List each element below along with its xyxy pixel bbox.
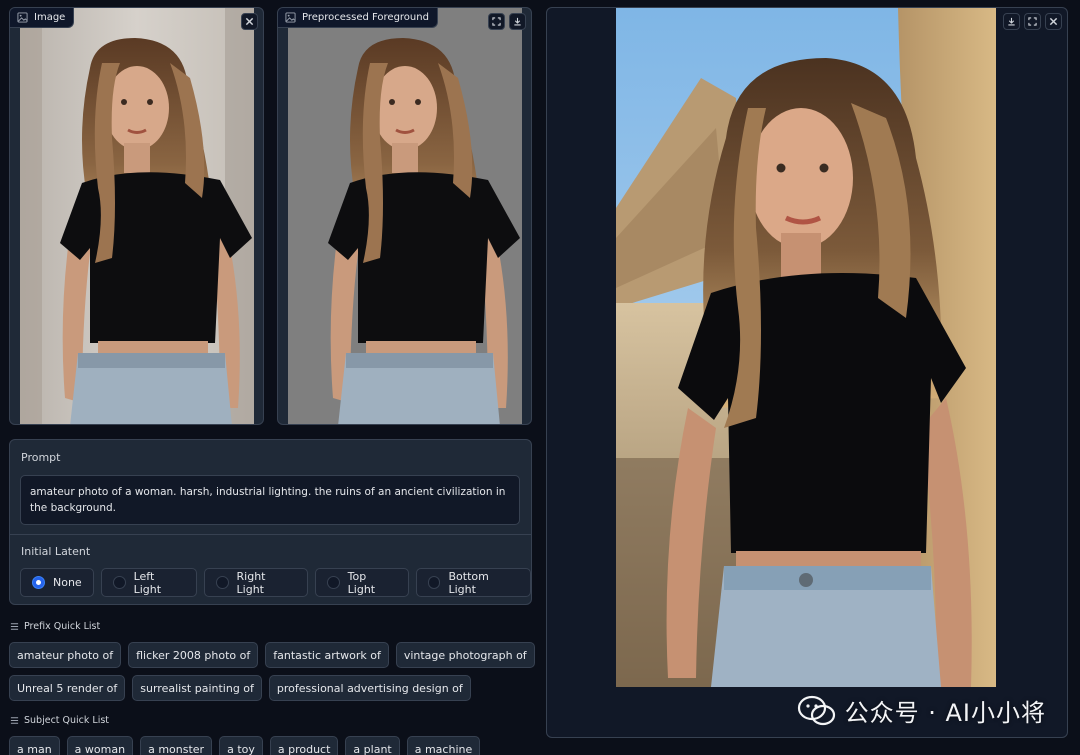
- prefix-row-2: Unreal 5 render of surrealist painting o…: [9, 675, 471, 701]
- prefix-chip[interactable]: surrealist painting of: [132, 675, 262, 701]
- subject-row: a man a woman a monster a toy a product …: [9, 736, 481, 755]
- output-fullscreen-button[interactable]: [1024, 13, 1041, 30]
- preprocessed-download-button[interactable]: [509, 13, 526, 30]
- image-icon: [285, 12, 296, 23]
- fullscreen-icon: [1028, 17, 1037, 26]
- prompt-block: Prompt amateur photo of a woman. harsh, …: [9, 439, 532, 605]
- subject-chip[interactable]: a toy: [219, 736, 263, 755]
- radio-dot: [215, 576, 229, 589]
- image-icon: [17, 12, 28, 23]
- foreground-photo: [288, 8, 522, 424]
- subject-chip[interactable]: a product: [269, 736, 339, 755]
- subject-quick-list-heading: Subject Quick List: [10, 715, 109, 726]
- radio-left-light[interactable]: Left Light: [100, 568, 197, 597]
- divider: [10, 534, 531, 535]
- output-download-button[interactable]: [1003, 13, 1020, 30]
- input-photo: [20, 8, 254, 424]
- radio-top-light[interactable]: Top Light: [314, 568, 409, 597]
- preprocessed-fullscreen-button[interactable]: [488, 13, 505, 30]
- subject-chip[interactable]: a man: [9, 736, 60, 755]
- radio-dot: [427, 576, 441, 589]
- close-icon: [1049, 17, 1058, 26]
- subject-chip[interactable]: a plant: [345, 736, 400, 755]
- image-clear-button[interactable]: [241, 13, 258, 30]
- radio-none[interactable]: None: [20, 568, 94, 597]
- prefix-chip[interactable]: vintage photograph of: [395, 642, 535, 668]
- radio-dot: [326, 576, 340, 589]
- download-icon: [514, 17, 521, 26]
- prompt-title: Prompt: [21, 451, 61, 464]
- output-close-button[interactable]: [1045, 13, 1062, 30]
- prompt-input[interactable]: amateur photo of a woman. harsh, industr…: [20, 475, 520, 525]
- radio-dot: [112, 576, 126, 589]
- subject-chip[interactable]: a monster: [140, 736, 213, 755]
- prefix-chip[interactable]: amateur photo of: [9, 642, 122, 668]
- prefix-quick-list-heading: Prefix Quick List: [10, 621, 100, 632]
- subject-chip[interactable]: a machine: [406, 736, 481, 755]
- prefix-chip[interactable]: Unreal 5 render of: [9, 675, 126, 701]
- preprocessed-panel[interactable]: Preprocessed Foreground: [277, 7, 532, 425]
- initial-latent-radio-group: None Left Light Right Light Top Light Bo…: [20, 568, 531, 597]
- prefix-chip[interactable]: professional advertising design of: [268, 675, 471, 701]
- subject-chip[interactable]: a woman: [66, 736, 134, 755]
- radio-bottom-light[interactable]: Bottom Light: [415, 568, 531, 597]
- prefix-chip[interactable]: flicker 2008 photo of: [128, 642, 259, 668]
- watermark-text: 公众号 · AI小小将: [844, 699, 1046, 727]
- output-gallery-panel[interactable]: [546, 7, 1068, 738]
- image-panel-label: Image: [10, 8, 75, 28]
- output-photo[interactable]: [616, 8, 996, 687]
- list-icon: [10, 717, 19, 724]
- initial-latent-title: Initial Latent: [21, 545, 91, 558]
- image-panel[interactable]: Image: [9, 7, 264, 425]
- prefix-row-1: amateur photo of flicker 2008 photo of f…: [9, 642, 535, 668]
- list-icon: [10, 623, 19, 630]
- radio-dot-selected: [32, 576, 45, 589]
- download-icon: [1008, 17, 1015, 26]
- close-icon: [245, 17, 254, 26]
- radio-right-light[interactable]: Right Light: [203, 568, 308, 597]
- fullscreen-icon: [492, 17, 501, 26]
- prefix-chip[interactable]: fantastic artwork of: [265, 642, 389, 668]
- wechat-logo-icon: [797, 695, 835, 725]
- watermark: 公众号 · AI小小将: [797, 693, 1046, 728]
- preprocessed-panel-label: Preprocessed Foreground: [278, 8, 438, 28]
